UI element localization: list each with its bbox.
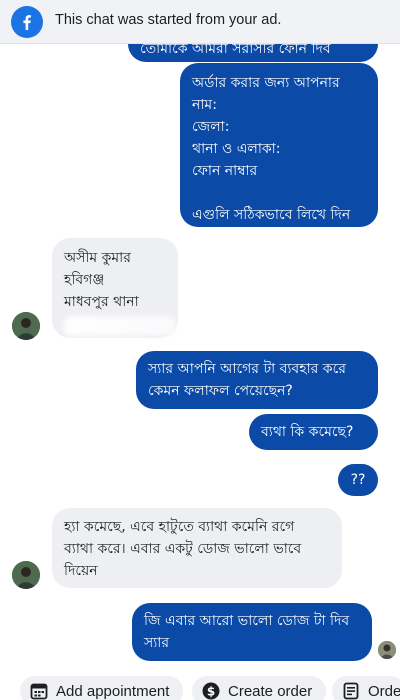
message-line: হ্যা কমেছে, এবে হাটুতে ব্যাথা কমেনি রগে xyxy=(64,519,295,535)
avatar[interactable] xyxy=(12,561,40,589)
seen-avatar xyxy=(378,641,396,659)
message-line: অসীম কুমার xyxy=(64,250,131,266)
message-line: ব্যাথা করে। এবার একটু ডোজ ভালো ভাবে xyxy=(64,541,302,557)
orders-button[interactable]: Orde xyxy=(332,676,400,700)
seen-photo xyxy=(378,641,396,659)
calendar-icon xyxy=(30,682,48,700)
create-order-label: Create order xyxy=(228,682,313,700)
dollar-icon: $ xyxy=(202,682,220,700)
message-line: অর্ডার করার জন্য আপনার xyxy=(192,75,340,91)
message-line: স্যার xyxy=(144,635,170,651)
message-line: এগুলি সঠিকভাবে লিখে দিন xyxy=(192,207,351,223)
quick-actions-bar: Add appointment $ Create order Orde xyxy=(0,672,400,700)
avatar[interactable] xyxy=(12,312,40,340)
redacted-phone xyxy=(64,316,176,336)
chat-thread: তোমাকে আমরা সরাসরি ফোন দিব অর্ডার করার জ… xyxy=(0,0,400,700)
banner-text: This chat was started from your ad. xyxy=(55,12,282,28)
message-line: কেমন ফলাফল পেয়েছেন? xyxy=(148,383,293,399)
contact-photo xyxy=(12,561,40,589)
add-appointment-label: Add appointment xyxy=(56,682,170,700)
ad-chat-banner: This chat was started from your ad. xyxy=(0,0,400,44)
message-line: ফোন নাম্বার xyxy=(192,163,258,179)
message-line: ব্যথা কি কমেছে? xyxy=(261,424,354,440)
message-line: স্যার আপনি আগের টা ব্যবহার করে xyxy=(148,361,346,377)
message-line: মাধবপুর থানা xyxy=(64,294,139,310)
outgoing-message[interactable]: ব্যথা কি কমেছে? xyxy=(249,414,378,450)
message-line: দিয়েন xyxy=(64,563,98,579)
add-appointment-button[interactable]: Add appointment xyxy=(20,676,184,700)
outgoing-message[interactable]: স্যার আপনি আগের টা ব্যবহার করে কেমন ফলাফ… xyxy=(136,351,378,409)
message-line: জি এবার আরো ভালো ডোজ টা দিব xyxy=(144,613,350,629)
facebook-icon xyxy=(11,6,43,38)
message-line: থানা ও এলাকা: xyxy=(192,141,281,157)
message-line: নাম: xyxy=(192,97,217,113)
orders-label: Orde xyxy=(368,682,400,700)
contact-photo xyxy=(12,312,40,340)
create-order-button[interactable]: $ Create order xyxy=(192,676,327,700)
svg-text:$: $ xyxy=(207,685,215,699)
outgoing-message[interactable]: ?? xyxy=(338,464,378,496)
incoming-message[interactable]: হ্যা কমেছে, এবে হাটুতে ব্যাথা কমেনি রগে … xyxy=(52,508,342,588)
outgoing-message[interactable]: অর্ডার করার জন্য আপনার নাম: জেলা: থানা ও… xyxy=(180,63,378,227)
message-line: জেলা: xyxy=(192,119,230,135)
message-line: ?? xyxy=(350,472,366,488)
message-line: হবিগঞ্জ xyxy=(64,272,105,288)
receipt-icon xyxy=(342,682,360,700)
outgoing-message[interactable]: জি এবার আরো ভালো ডোজ টা দিব স্যার xyxy=(132,603,372,661)
